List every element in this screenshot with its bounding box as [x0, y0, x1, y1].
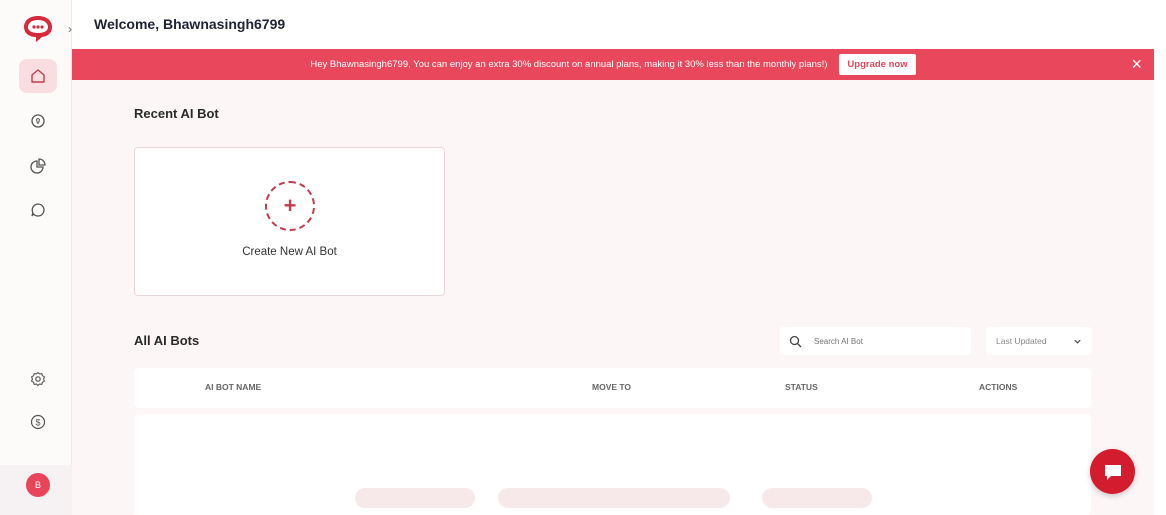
column-header[interactable]: MOVE TO — [592, 382, 631, 392]
loading-placeholder — [762, 488, 872, 508]
bulb-icon — [31, 114, 45, 128]
pie-chart-icon — [30, 158, 46, 174]
create-bot-card[interactable]: + Create New AI Bot — [134, 147, 445, 296]
chat-widget-button[interactable] — [1090, 449, 1135, 494]
nav-home[interactable] — [19, 59, 57, 93]
search-icon — [789, 335, 802, 347]
app-logo-icon[interactable] — [22, 14, 54, 44]
sort-value: Last Updated — [996, 336, 1047, 346]
dollar-icon: $ — [30, 414, 46, 430]
nav-ideas[interactable] — [19, 104, 57, 138]
home-icon — [31, 69, 45, 83]
recent-section-title: Recent AI Bot — [134, 106, 219, 121]
all-bots-title: All AI Bots — [134, 333, 200, 348]
column-header[interactable]: STATUS — [785, 382, 818, 392]
search-box[interactable] — [779, 327, 971, 355]
sidebar-expand-icon[interactable]: › — [68, 22, 72, 36]
user-avatar[interactable]: B — [26, 473, 50, 497]
create-bot-label: Create New AI Bot — [242, 246, 337, 258]
chevron-down-icon — [1074, 339, 1081, 344]
loading-placeholder — [498, 488, 730, 508]
svg-text:$: $ — [35, 417, 40, 427]
sort-dropdown[interactable]: Last Updated — [986, 327, 1092, 355]
plus-icon: + — [265, 181, 315, 231]
upgrade-button[interactable]: Upgrade now — [839, 54, 916, 75]
settings-icon — [31, 371, 45, 387]
loading-placeholder — [355, 488, 475, 508]
nav-billing[interactable]: $ — [19, 405, 57, 439]
nav-analytics[interactable] — [19, 149, 57, 183]
column-header[interactable]: ACTIONS — [979, 382, 1017, 392]
page-title: Welcome, Bhawnasingh6799 — [94, 16, 286, 32]
nav-chats[interactable] — [19, 193, 57, 227]
promo-banner: Hey Bhawnasingh6799, You can enjoy an ex… — [72, 49, 1154, 80]
chat-bubble-icon — [1104, 464, 1121, 480]
chat-icon — [31, 203, 45, 217]
nav-settings[interactable] — [19, 362, 57, 396]
table-header: AI BOT NAME MOVE TO STATUS ACTIONS — [134, 368, 1091, 408]
search-input[interactable] — [814, 336, 954, 346]
close-icon[interactable]: × — [1131, 54, 1142, 75]
banner-text: Hey Bhawnasingh6799, You can enjoy an ex… — [310, 59, 828, 70]
column-header[interactable]: AI BOT NAME — [205, 382, 261, 392]
sidebar: $ B — [0, 0, 72, 515]
